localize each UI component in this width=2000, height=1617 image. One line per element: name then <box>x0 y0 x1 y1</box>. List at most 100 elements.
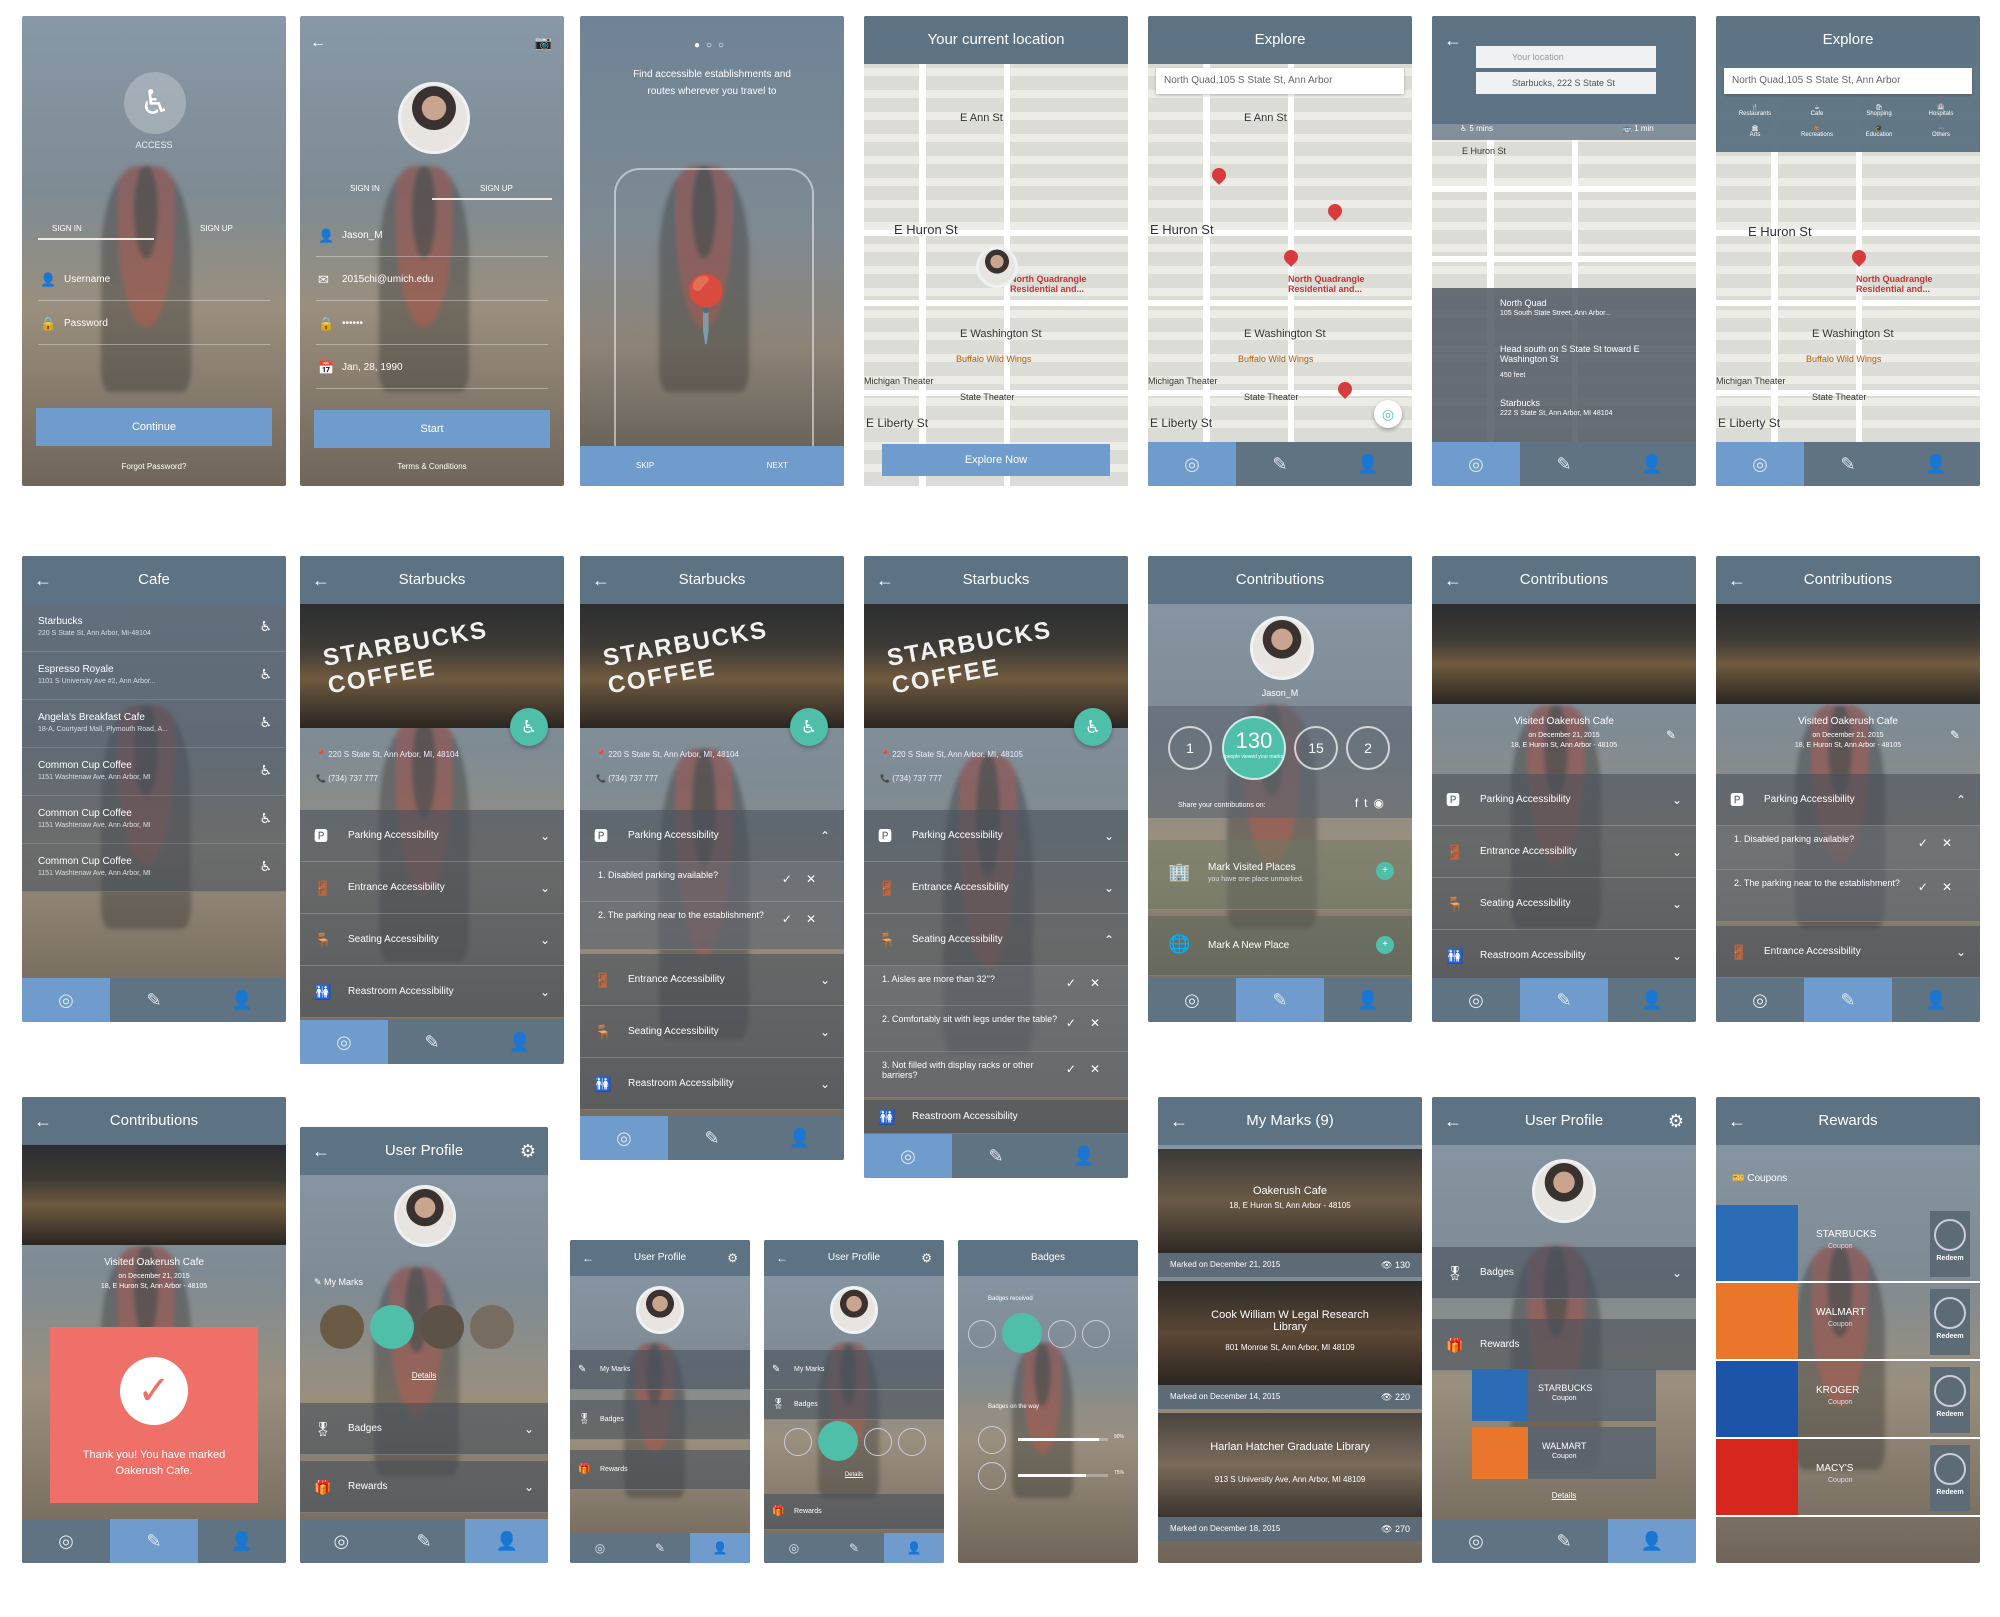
terms-link[interactable]: Terms & Conditions <box>300 462 564 471</box>
coupon-row[interactable]: KROGER Coupon Redeem <box>1716 1361 1980 1439</box>
compass-icon[interactable]: ◎ <box>570 1533 630 1563</box>
yes-no-toggle[interactable]: ✓✕ <box>1918 880 1966 894</box>
category-arts[interactable]: 🏛 Arts <box>1724 125 1786 138</box>
gear-icon[interactable]: ⚙ <box>727 1240 738 1276</box>
list-item[interactable]: Common Cup Coffee 1151 Washtenaw Ave, Ann… <box>22 748 286 796</box>
restroom-accordion[interactable]: 🚻 Reastroom Accessibility ⌄ <box>580 1058 844 1110</box>
marks-icon[interactable]: ✎ <box>1520 978 1608 1022</box>
yes-no-toggle[interactable]: ✓✕ <box>1918 836 1966 850</box>
details-link[interactable]: Details <box>764 1472 944 1478</box>
add-icon[interactable]: + <box>1376 936 1394 954</box>
marks-icon[interactable]: ✎ <box>1236 442 1324 486</box>
instagram-icon[interactable]: ◉ <box>1374 796 1390 810</box>
profile-icon[interactable]: 👤 <box>1324 442 1412 486</box>
restroom-accordion[interactable]: 🚻 Reastroom Accessibility <box>864 1100 1128 1134</box>
mark-card[interactable]: Oakerush Cafe 18, E Huron St, Ann Arbor … <box>1158 1149 1422 1277</box>
rewards-accordion[interactable]: 🎁 Rewards <box>764 1494 944 1530</box>
badges-accordion[interactable]: 🎖 Badges ⌄ <box>300 1403 548 1455</box>
profile-icon[interactable]: 👤 <box>1608 442 1696 486</box>
wheelchair-icon[interactable]: ♿ <box>790 708 828 746</box>
back-arrow-icon[interactable]: ← <box>876 556 894 604</box>
list-item[interactable]: Common Cup Coffee 1151 Washtenaw Ave, Ann… <box>22 796 286 844</box>
profile-icon[interactable]: 👤 <box>1324 978 1412 1022</box>
back-arrow-icon[interactable]: ← <box>310 34 326 52</box>
yes-no-toggle[interactable]: ✓✕ <box>782 912 830 926</box>
parking-accordion[interactable]: 🅿 Parking Accessibility ⌄ <box>864 810 1128 862</box>
mark-visited-row[interactable]: 🏢 Mark Visited Places you have one place… <box>1148 840 1412 910</box>
badges-accordion[interactable]: 🎖 Badges <box>570 1400 750 1440</box>
reward-card[interactable]: WALMART Coupon <box>1472 1427 1656 1479</box>
map-pin-icon[interactable] <box>1281 247 1301 267</box>
rewards-accordion[interactable]: 🎁 Rewards ⌄ <box>300 1461 548 1513</box>
marks-icon[interactable]: ✎ <box>1804 442 1892 486</box>
profile-icon[interactable]: 👤 <box>1892 442 1980 486</box>
start-button[interactable]: Start <box>314 410 550 448</box>
restroom-accordion[interactable]: 🚻 Reastroom Accessibility ⌄ <box>300 966 564 1018</box>
profile-icon[interactable]: 👤 <box>198 1519 286 1563</box>
category-restaurants[interactable]: 🍴 Restaurants <box>1724 104 1786 117</box>
cafe-pin-icon[interactable] <box>1209 165 1229 185</box>
category-education[interactable]: 🎓 Education <box>1848 125 1910 138</box>
name-field[interactable]: 👤 Jason_M <box>316 216 548 257</box>
tab-signin[interactable]: SIGN IN <box>350 184 380 193</box>
camera-icon[interactable]: 📷 <box>535 34 552 51</box>
yes-no-toggle[interactable]: ✓✕ <box>1066 1016 1114 1030</box>
marks-icon[interactable]: ✎ <box>110 978 198 1022</box>
category-others[interactable]: ⋯ Others <box>1910 125 1972 138</box>
compass-icon[interactable]: ◎ <box>1716 442 1804 486</box>
password-field[interactable]: 🔒 •••••• <box>316 304 548 345</box>
badges-accordion[interactable]: 🎖 Badges ⌄ <box>1432 1247 1696 1299</box>
category-shopping[interactable]: 🛍 Shopping <box>1848 104 1910 117</box>
marks-icon[interactable]: ✎ <box>1236 978 1324 1022</box>
next-button[interactable]: NEXT <box>767 446 788 486</box>
marks-icon[interactable]: ✎ <box>1520 442 1608 486</box>
mark-new-row[interactable]: 🌐 Mark A New Place + <box>1148 916 1412 976</box>
gear-icon[interactable]: ⚙ <box>921 1240 932 1276</box>
map-pin-icon[interactable] <box>1849 247 1869 267</box>
edit-icon[interactable]: ✎ <box>1666 728 1676 742</box>
coupon-row[interactable]: MACY'S Coupon Redeem <box>1716 1439 1980 1517</box>
my-marks-accordion[interactable]: ✎ My Marks <box>570 1350 750 1390</box>
parking-accordion[interactable]: 🅿 Parking Accessibility ⌄ <box>1432 774 1696 826</box>
details-link[interactable]: Details <box>1432 1491 1696 1500</box>
tab-signup[interactable]: SIGN UP <box>200 224 233 233</box>
password-field[interactable]: 🔒 Password <box>38 304 270 345</box>
facebook-icon[interactable]: f <box>1355 796 1364 810</box>
twitter-icon[interactable]: t <box>1364 796 1373 810</box>
back-arrow-icon[interactable]: ← <box>34 556 52 604</box>
avatar[interactable] <box>1250 616 1314 680</box>
badges-accordion[interactable]: 🎖 Badges <box>764 1390 944 1420</box>
to-input[interactable]: Starbucks, 222 S State St <box>1476 72 1656 94</box>
rewards-accordion[interactable]: 🎁 Rewards <box>1432 1319 1696 1371</box>
restroom-accordion[interactable]: 🚻 Reastroom Accessibility ⌄ <box>1432 930 1696 982</box>
avatar[interactable] <box>1532 1159 1596 1223</box>
gear-icon[interactable]: ⚙ <box>520 1127 536 1175</box>
confirm-dialog[interactable]: ✓ Thank you! You have marked Oakerush Ca… <box>50 1327 258 1503</box>
back-arrow-icon[interactable]: ← <box>312 556 330 604</box>
details-link[interactable]: Details <box>300 1371 548 1380</box>
compass-icon[interactable]: ◎ <box>580 1116 668 1160</box>
compass-icon[interactable]: ◎ <box>22 978 110 1022</box>
yes-no-toggle[interactable]: ✓✕ <box>782 872 830 886</box>
marks-icon[interactable]: ✎ <box>388 1020 476 1064</box>
email-field[interactable]: ✉ 2015chi@umich.edu <box>316 260 548 301</box>
parking-accordion[interactable]: 🅿 Parking Accessibility ⌃ <box>580 810 844 862</box>
skip-button[interactable]: SKIP <box>636 446 654 486</box>
compass-icon[interactable]: ◎ <box>22 1519 110 1563</box>
phone[interactable]: 📞 (734) 737 777 <box>880 774 942 783</box>
entrance-accordion[interactable]: 🚪 Entrance Accessibility ⌄ <box>300 862 564 914</box>
marks-icon[interactable]: ✎ <box>630 1533 690 1563</box>
avatar[interactable] <box>394 1185 456 1247</box>
compass-icon[interactable]: ◎ <box>1148 978 1236 1022</box>
marks-carousel[interactable] <box>320 1305 538 1355</box>
marks-icon[interactable]: ✎ <box>824 1533 884 1563</box>
my-marks-accordion[interactable]: ✎ My Marks <box>764 1350 944 1390</box>
compass-icon[interactable]: ◎ <box>1432 442 1520 486</box>
back-arrow-icon[interactable]: ← <box>1728 556 1746 604</box>
back-arrow-icon[interactable]: ← <box>1728 1097 1746 1145</box>
badge-carousel[interactable] <box>968 1313 1110 1353</box>
back-arrow-icon[interactable]: ← <box>1170 1097 1188 1145</box>
badge-carousel[interactable] <box>784 1421 926 1461</box>
list-item[interactable]: Starbucks 220 S State St, Ann Arbor, MI-4… <box>22 604 286 652</box>
back-arrow-icon[interactable]: ← <box>592 556 610 604</box>
